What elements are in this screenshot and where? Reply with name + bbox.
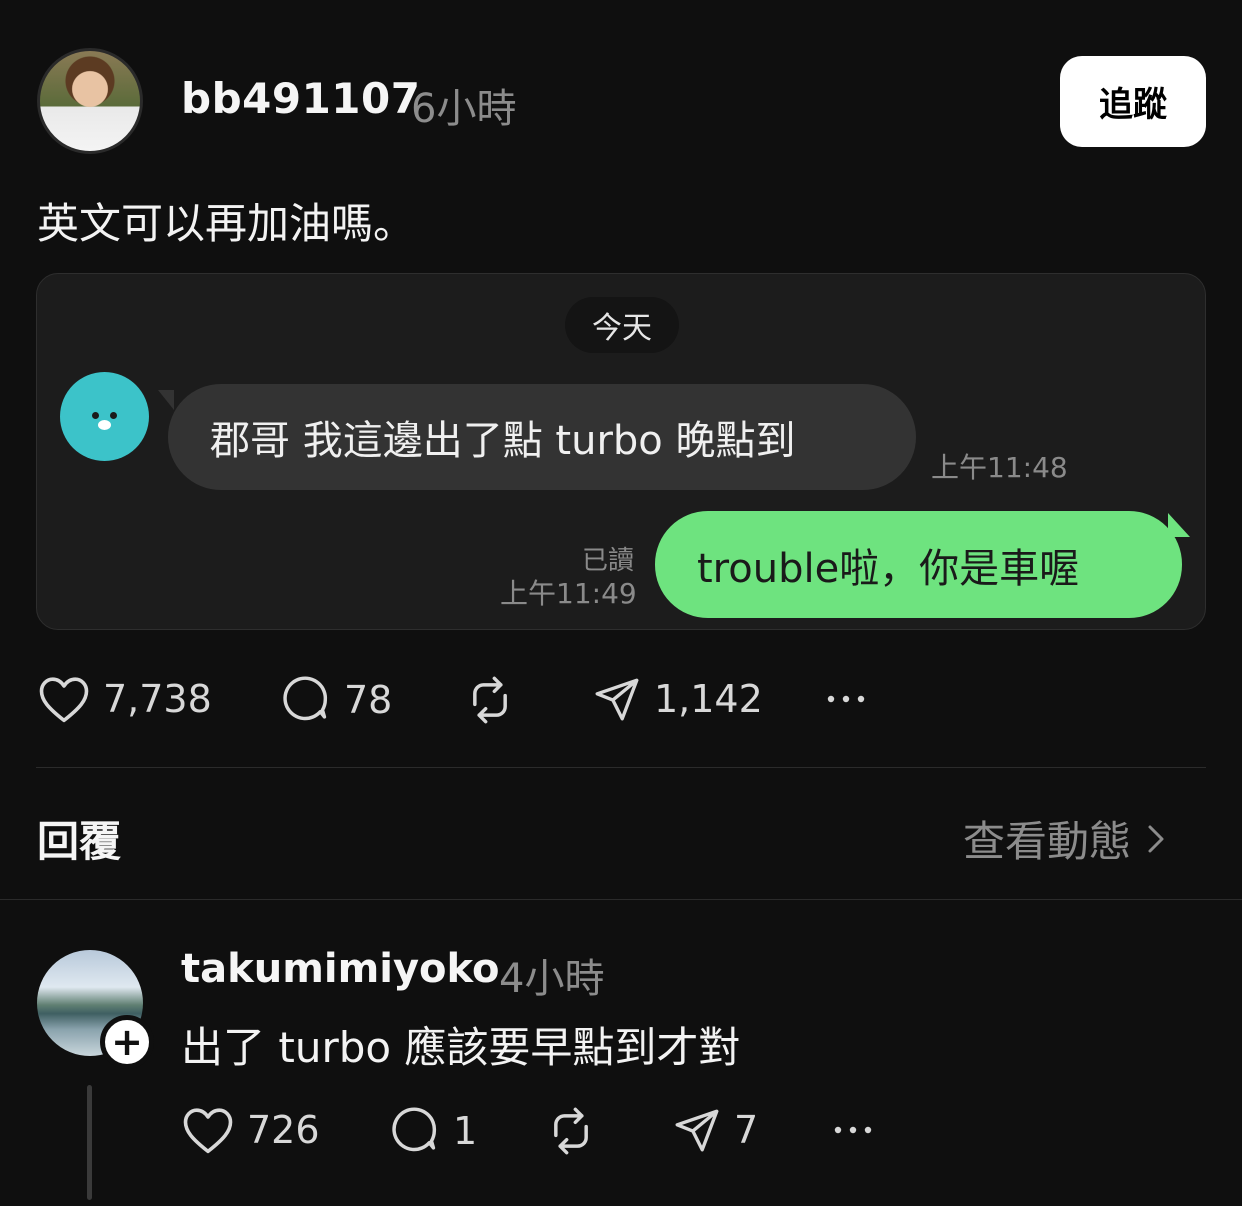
reply-comment-count: 1 xyxy=(453,1109,478,1153)
reply-comment-button[interactable]: 1 xyxy=(389,1105,477,1157)
chevron-right-icon xyxy=(1148,825,1164,852)
view-activity-link[interactable]: 查看動態 xyxy=(963,808,1171,869)
incoming-message-text: 郡哥 我這邊出了點 turbo 晚點到 xyxy=(210,418,796,464)
more-icon xyxy=(834,1126,872,1134)
comment-button[interactable]: 78 xyxy=(280,674,392,726)
reply-username[interactable]: takumimiyoko xyxy=(181,946,500,992)
comment-icon xyxy=(392,1107,437,1152)
outgoing-message-bubble: trouble啦，你是車喔 xyxy=(655,511,1182,618)
reply-like-count: 726 xyxy=(247,1108,320,1152)
avatar-eye-icon xyxy=(92,412,99,419)
incoming-message-time: 上午11:48 xyxy=(931,451,1068,484)
avatar-snout-icon xyxy=(98,420,111,430)
follow-button[interactable]: 追蹤 xyxy=(1060,56,1206,147)
thread-line xyxy=(87,1085,92,1200)
post-text: 英文可以再加油嗎。 xyxy=(37,199,416,248)
repost-icon xyxy=(473,676,507,724)
reply-more-button[interactable] xyxy=(832,1105,874,1155)
like-count: 7,738 xyxy=(103,677,212,721)
outgoing-message-text: trouble啦，你是車喔 xyxy=(697,545,1080,592)
reply-share-button[interactable]: 7 xyxy=(672,1105,758,1155)
repost-icon xyxy=(554,1107,588,1155)
replies-title: 回覆 xyxy=(37,817,122,866)
reply-time: 4小時 xyxy=(499,956,605,1002)
author-username[interactable]: bb491107 xyxy=(181,74,420,123)
plus-icon: + xyxy=(111,1020,143,1064)
author-avatar[interactable] xyxy=(37,48,143,154)
reply-share-count: 7 xyxy=(734,1108,759,1152)
share-icon xyxy=(675,1109,719,1152)
chat-date-pill: 今天 xyxy=(565,297,679,353)
share-button[interactable]: 1,142 xyxy=(592,674,763,724)
incoming-bubble-tail xyxy=(158,390,174,410)
share-icon xyxy=(595,678,639,721)
divider xyxy=(36,767,1206,768)
reply-repost-button[interactable] xyxy=(545,1105,597,1157)
avatar-eye-icon xyxy=(110,412,117,419)
heart-icon xyxy=(183,1108,233,1154)
like-button[interactable]: 7,738 xyxy=(37,674,212,724)
share-count: 1,142 xyxy=(654,677,763,721)
follow-plus-button[interactable]: + xyxy=(100,1015,154,1069)
reply-text: 出了 turbo 應該要早點到才對 xyxy=(181,1023,741,1072)
more-icon xyxy=(827,695,865,703)
view-activity-label: 查看動態 xyxy=(963,817,1132,866)
chat-contact-avatar xyxy=(60,372,149,461)
comment-count: 78 xyxy=(344,678,393,722)
post-time: 6小時 xyxy=(411,86,517,132)
divider xyxy=(0,899,1242,900)
repost-button[interactable] xyxy=(464,674,516,726)
more-button[interactable] xyxy=(825,674,867,724)
comment-icon xyxy=(283,676,328,721)
incoming-message-bubble: 郡哥 我這邊出了點 turbo 晚點到 xyxy=(168,384,916,490)
reply-like-button[interactable]: 726 xyxy=(181,1105,320,1155)
outgoing-message-time: 上午11:49 xyxy=(500,577,637,610)
heart-icon xyxy=(39,677,89,723)
